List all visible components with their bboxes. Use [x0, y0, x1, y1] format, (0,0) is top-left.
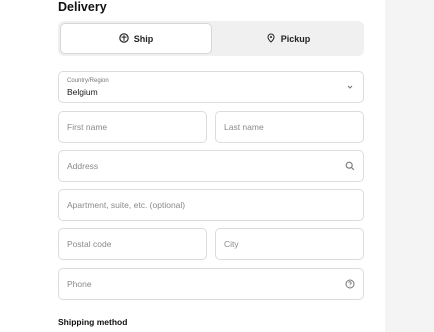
apartment-input[interactable]	[67, 190, 341, 220]
shipping-method-heading: Shipping method	[58, 317, 128, 327]
truck-icon	[119, 32, 129, 45]
search-icon[interactable]	[345, 161, 355, 171]
country-region-value: Belgium	[67, 87, 98, 97]
address-field[interactable]	[58, 150, 364, 182]
delivery-method-toggle: Ship Pickup	[58, 21, 364, 56]
country-region-select[interactable]: Country/Region Belgium	[58, 71, 364, 103]
address-input[interactable]	[67, 151, 341, 181]
pickup-option-label: Pickup	[280, 33, 311, 44]
last-name-input[interactable]	[224, 112, 341, 142]
first-name-field[interactable]	[58, 111, 207, 143]
pickup-option-button[interactable]: Pickup	[214, 23, 362, 54]
apartment-field[interactable]	[58, 189, 364, 221]
location-pin-icon	[266, 32, 276, 45]
city-input[interactable]	[224, 229, 341, 259]
delivery-heading: Delivery	[58, 0, 107, 14]
order-summary-panel	[385, 0, 434, 332]
last-name-field[interactable]	[215, 111, 364, 143]
first-name-input[interactable]	[67, 112, 184, 142]
postal-code-field[interactable]	[58, 228, 207, 260]
phone-field[interactable]	[58, 268, 364, 300]
phone-input[interactable]	[67, 269, 341, 299]
help-icon[interactable]	[345, 279, 355, 289]
postal-code-input[interactable]	[67, 229, 184, 259]
chevron-down-icon	[345, 82, 355, 92]
ship-option-label: Ship	[133, 33, 154, 44]
country-region-label: Country/Region	[67, 78, 109, 84]
ship-option-button[interactable]: Ship	[60, 23, 212, 54]
city-field[interactable]	[215, 228, 364, 260]
